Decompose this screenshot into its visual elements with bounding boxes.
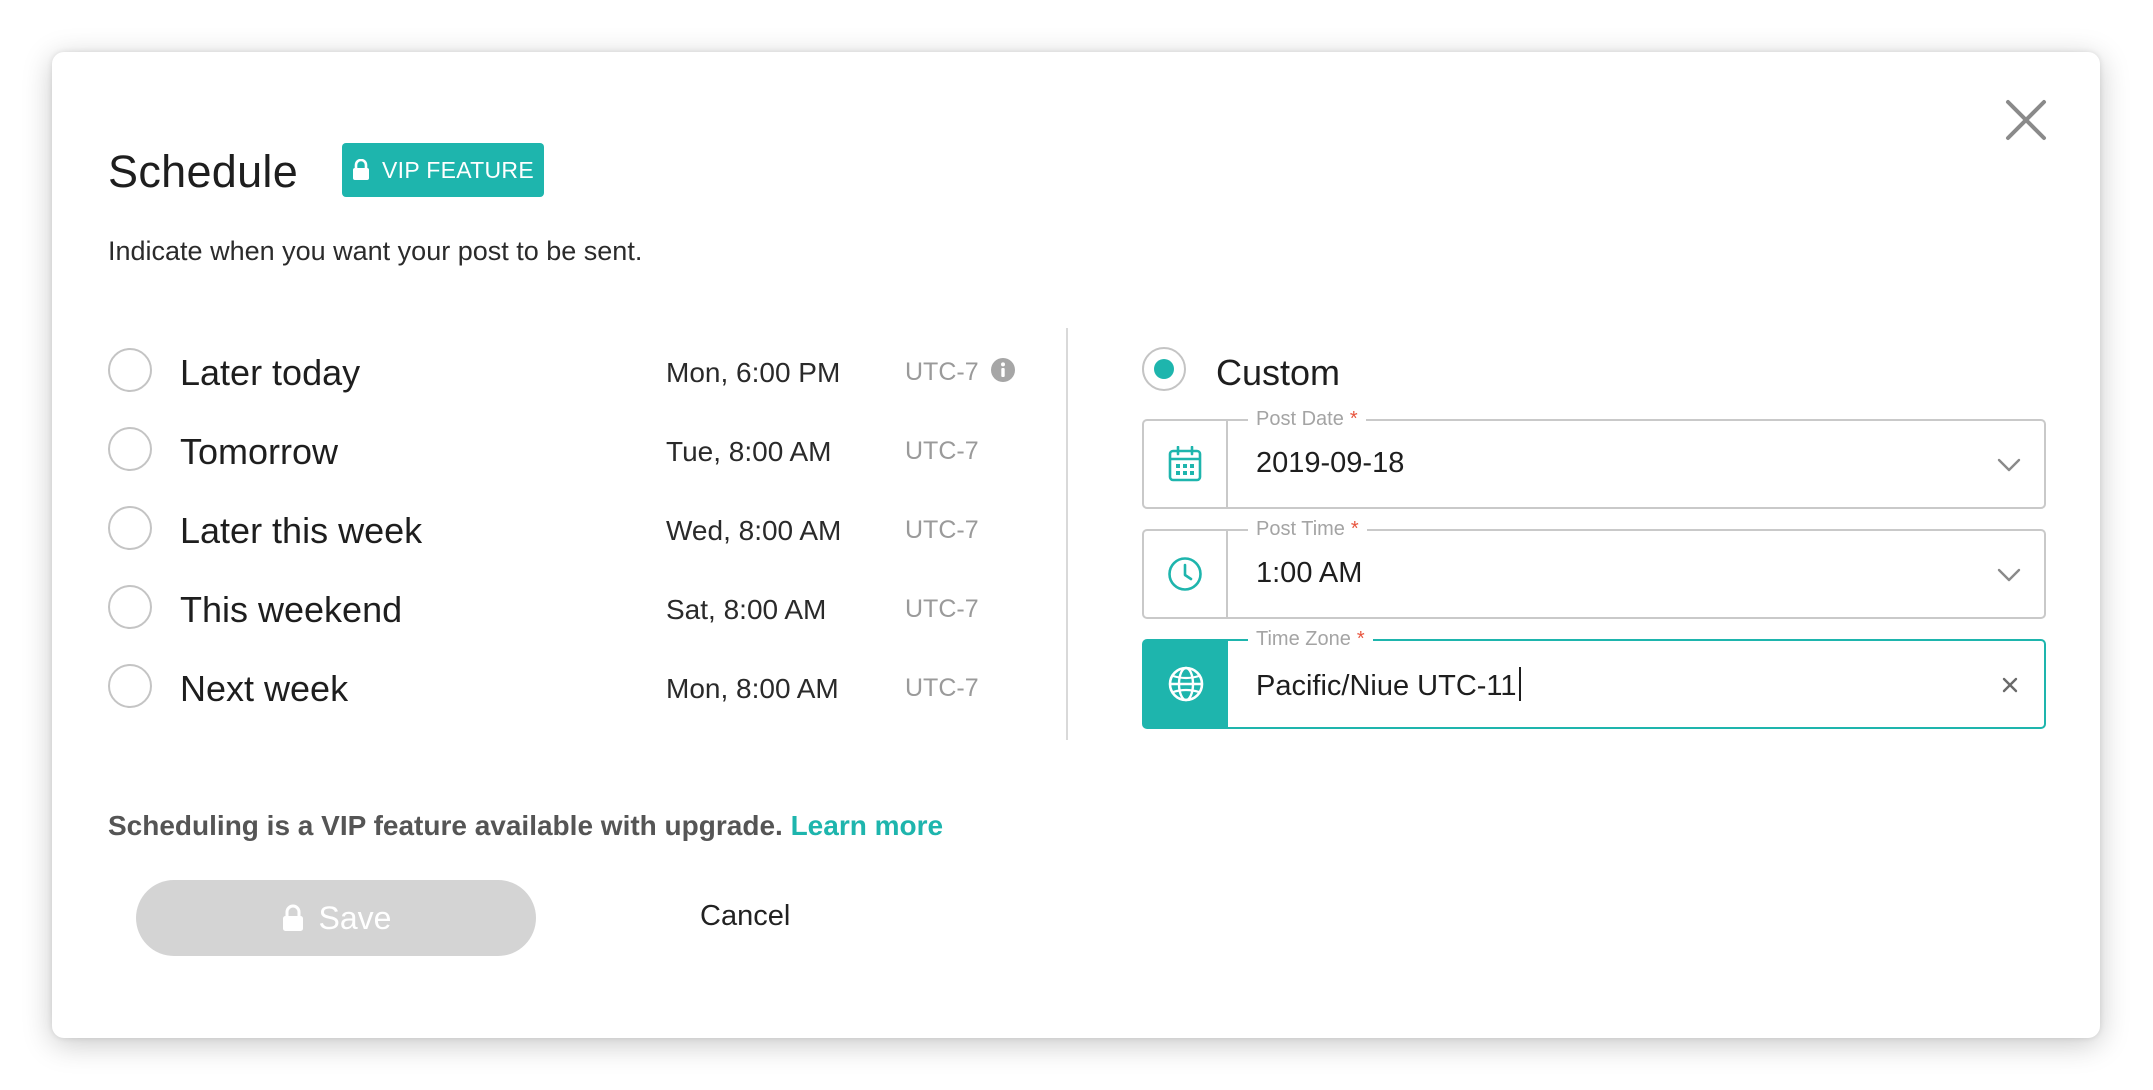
learn-more-link[interactable]: Learn more [791, 810, 944, 841]
radio-later-today[interactable] [108, 348, 152, 392]
option-label: Later today [180, 352, 361, 393]
option-later-this-week[interactable]: Later this week Wed, 8:00 AM UTC-7 [108, 504, 1048, 554]
clear-icon[interactable] [1996, 671, 2024, 699]
save-button-label: Save [318, 899, 392, 936]
column-divider [1066, 328, 1068, 740]
option-this-weekend[interactable]: This weekend Sat, 8:00 AM UTC-7 [108, 583, 1048, 633]
globe-icon [1168, 666, 1204, 702]
page-background: Schedule VIP FEATURE Indicate when you w… [0, 0, 2153, 1090]
option-label: Tomorrow [180, 431, 339, 472]
time-zone-label: Time Zone * [1248, 627, 1373, 651]
cancel-button[interactable]: Cancel [700, 900, 790, 933]
save-button[interactable]: Save [136, 880, 536, 956]
lock-icon [353, 159, 369, 180]
option-time: Sat, 8:00 AM [666, 594, 827, 625]
option-timezone: UTC-7 [905, 437, 979, 465]
option-timezone: UTC-7 [905, 595, 979, 623]
option-tomorrow[interactable]: Tomorrow Tue, 8:00 AM UTC-7 [108, 425, 1048, 475]
option-next-week[interactable]: Next week Mon, 8:00 AM UTC-7 [108, 662, 1048, 712]
option-time: Mon, 8:00 AM [666, 673, 839, 704]
option-time: Mon, 6:00 PM [666, 357, 841, 388]
post-time-icon-box [1144, 531, 1228, 617]
clock-icon [1168, 557, 1202, 591]
post-date-value[interactable]: 2019-09-18 [1256, 447, 1404, 480]
time-zone-icon-box [1144, 641, 1228, 727]
lock-icon [282, 904, 303, 931]
radio-this-weekend[interactable] [108, 585, 152, 629]
option-time: Wed, 8:00 AM [666, 515, 842, 546]
post-time-field[interactable]: Post Time * 1:00 AM [1142, 517, 2046, 619]
close-button[interactable] [1998, 92, 2054, 148]
vip-feature-badge: VIP FEATURE [342, 143, 544, 197]
info-icon[interactable] [990, 357, 1016, 383]
time-zone-field[interactable]: Time Zone * Pacific/Niue UTC-11 [1142, 627, 2046, 729]
radio-next-week[interactable] [108, 664, 152, 708]
option-time: Tue, 8:00 AM [666, 436, 832, 467]
dialog-subtitle: Indicate when you want your post to be s… [108, 236, 643, 266]
option-later-today[interactable]: Later today Mon, 6:00 PM UTC-7 [108, 346, 1048, 396]
option-label: Later this week [180, 510, 423, 551]
option-label: This weekend [180, 589, 403, 630]
chevron-down-icon[interactable] [1996, 453, 2022, 475]
vip-notice-text: Scheduling is a VIP feature available wi… [108, 810, 783, 841]
vip-notice: Scheduling is a VIP feature available wi… [108, 810, 943, 842]
radio-custom[interactable] [1142, 347, 1186, 391]
radio-tomorrow[interactable] [108, 427, 152, 471]
radio-selected-dot [1154, 359, 1174, 379]
post-date-label: Post Date * [1248, 407, 1366, 431]
chevron-down-icon[interactable] [1996, 563, 2022, 585]
option-timezone: UTC-7 [905, 674, 979, 702]
calendar-icon [1168, 446, 1202, 482]
vip-badge-label: VIP FEATURE [382, 156, 534, 183]
post-time-label: Post Time * [1248, 517, 1367, 541]
time-zone-value: Pacific/Niue UTC-11 [1256, 670, 1517, 702]
option-label-custom[interactable]: Custom [1216, 352, 1340, 394]
option-timezone: UTC-7 [905, 516, 979, 544]
close-icon [2006, 100, 2046, 140]
option-timezone: UTC-7 [905, 358, 979, 386]
post-time-value[interactable]: 1:00 AM [1256, 557, 1362, 590]
radio-later-this-week[interactable] [108, 506, 152, 550]
time-zone-input[interactable]: Pacific/Niue UTC-11 [1256, 667, 1521, 703]
post-date-field[interactable]: Post Date * 2019-09-18 [1142, 407, 2046, 509]
dialog-title: Schedule [108, 146, 299, 197]
option-label: Next week [180, 668, 349, 709]
text-cursor [1518, 667, 1521, 701]
post-date-icon-box [1144, 421, 1228, 507]
